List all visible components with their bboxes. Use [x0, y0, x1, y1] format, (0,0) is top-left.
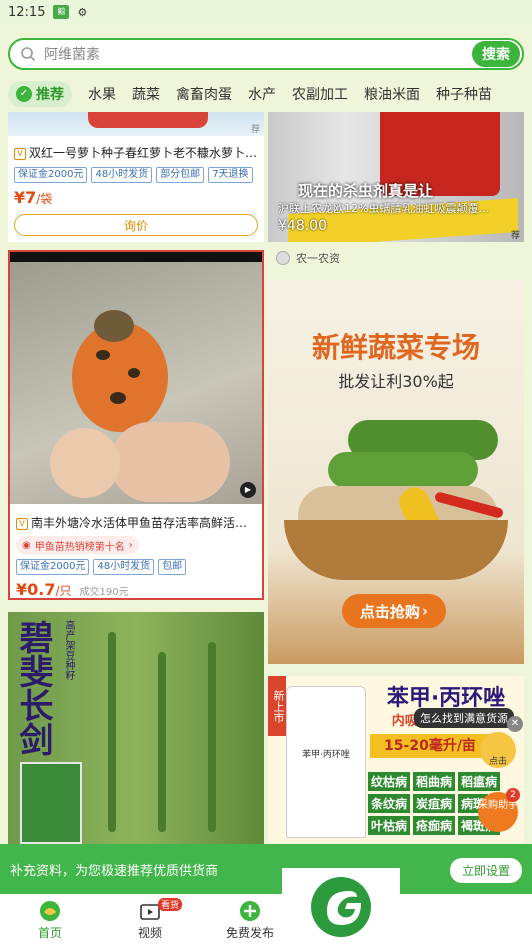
- gear-icon: ⚙: [77, 5, 88, 19]
- verified-icon: V: [14, 147, 26, 160]
- verified-icon: V: [16, 517, 28, 530]
- tab-processing[interactable]: 农副加工: [292, 84, 348, 104]
- tab-home[interactable]: 首页: [0, 894, 100, 946]
- video-overlay-subtitle: 沪联上农龙欧12%虫螨腈乳油虹吸震颠覆...: [278, 202, 489, 215]
- disease-tag: 疮痂病: [413, 816, 456, 835]
- product-side-text: 高产架豆种籽: [63, 620, 74, 680]
- tag: 包邮: [158, 559, 187, 575]
- app-logo: [282, 868, 400, 946]
- inquire-button[interactable]: 询价: [14, 214, 258, 236]
- help-tooltip[interactable]: 怎么找到满意货源: [414, 708, 514, 728]
- home-icon: [40, 900, 60, 921]
- disease-tag: 稻瘟病: [458, 772, 501, 791]
- tab-video[interactable]: 看货 视频: [100, 894, 200, 946]
- seller-name: 农一农资: [296, 252, 340, 265]
- video-overlay-title: 现在的杀虫剂真是让: [298, 182, 434, 200]
- disease-tag: 叶枯病: [368, 816, 411, 835]
- dose-label: 15-20毫升/亩: [370, 734, 490, 758]
- seller-info[interactable]: 农一农资: [276, 250, 340, 266]
- setup-now-button[interactable]: 立即设置: [449, 858, 522, 883]
- tag: 7天退换: [208, 167, 253, 183]
- buy-now-button[interactable]: 点击抢购 ›: [342, 594, 446, 628]
- product-price: ¥7/袋: [14, 188, 53, 207]
- notification-badge: 2: [506, 788, 520, 802]
- tab-grain-oil[interactable]: 粮油米面: [364, 84, 420, 104]
- bottle-label: 苯甲·丙环唑: [302, 750, 350, 760]
- search-button[interactable]: 搜索: [472, 41, 520, 67]
- sold-amount: 成交190元: [79, 587, 129, 598]
- product-brand-text: 碧斐长剑: [13, 620, 53, 756]
- medal-icon: ◉: [22, 539, 31, 551]
- search-bar[interactable]: 阿维菌素 搜索: [8, 38, 524, 70]
- thumbs-up-icon: ✓: [16, 86, 32, 102]
- status-bar: 12:15 鲸 ⚙: [0, 0, 532, 24]
- tag: 部分包邮: [156, 167, 205, 183]
- tab-vegetables[interactable]: 蔬菜: [132, 84, 160, 104]
- purchase-assistant-button[interactable]: 采购助手 2: [478, 788, 520, 832]
- product-image: 现在的杀虫剂真是让 沪联上农龙欧12%虫螨腈乳油虹吸震颠覆... ¥48.00 …: [268, 112, 524, 242]
- leaf-logo-icon: [311, 877, 371, 937]
- product-title: V 双红一号萝卜种子春红萝卜老不糠水萝卜种子: [14, 144, 258, 161]
- chevron-right-icon: ›: [421, 602, 429, 620]
- disease-tag: 条纹病: [368, 794, 411, 813]
- rank-badge[interactable]: ◉ 甲鱼苗热销榜第十名 ›: [16, 536, 139, 554]
- disease-tag: 稻曲病: [413, 772, 456, 791]
- search-icon: [21, 47, 36, 62]
- category-tabs: ✓ 推荐 水果 蔬菜 禽畜肉蛋 水产 农副加工 粮油米面 种子种苗: [0, 80, 532, 108]
- tag: 48小时发货: [91, 167, 153, 183]
- product-card[interactable]: 碧斐长剑 高产架豆种籽: [8, 612, 264, 844]
- tag-list: 保证金2000元 48小时发货 包邮: [16, 559, 187, 575]
- disease-tag: 炭疽病: [413, 794, 456, 813]
- ad-mark: 荐: [510, 231, 520, 241]
- avatar: [276, 251, 290, 265]
- assistant-mascot-icon[interactable]: 点击: [480, 732, 516, 768]
- product-title: V 南丰外塘冷水活体甲鱼苗存活率高鲜活小甲鱼: [16, 514, 258, 531]
- tag: 48小时发货: [93, 559, 155, 575]
- banner-text: 补充资料，为您极速推荐优质供货商: [10, 863, 219, 879]
- product-price: ¥48.00: [278, 218, 327, 234]
- promo-banner[interactable]: 新鲜蔬菜专场 批发让利30%起 点击抢购 ›: [268, 280, 524, 664]
- product-image: 荐: [8, 112, 264, 136]
- profile-prompt-banner: 补充资料，为您极速推荐优质供货商 立即设置: [0, 844, 532, 894]
- product-card[interactable]: 荐 V 双红一号萝卜种子春红萝卜老不糠水萝卜种子 保证金2000元 48小时发货 …: [8, 112, 264, 242]
- search-input[interactable]: 阿维菌素: [44, 44, 472, 64]
- chevron-right-icon: ›: [128, 539, 133, 551]
- plus-icon: [240, 900, 260, 921]
- product-card[interactable]: 现在的杀虫剂真是让 沪联上农龙欧12%虫螨腈乳油虹吸震颠覆... ¥48.00 …: [268, 112, 524, 242]
- tab-aquatic[interactable]: 水产: [248, 84, 276, 104]
- tab-livestock[interactable]: 禽畜肉蛋: [176, 84, 232, 104]
- video-badge: 看货: [158, 898, 183, 911]
- product-card[interactable]: ▶ V 南丰外塘冷水活体甲鱼苗存活率高鲜活小甲鱼 ◉ 甲鱼苗热销榜第十名 › 保证金2…: [8, 250, 264, 600]
- bottom-tab-bar: 首页 看货 视频 免费发布: [0, 894, 532, 946]
- tag: 保证金2000元: [16, 559, 90, 575]
- tag: 保证金2000元: [14, 167, 88, 183]
- tab-seeds[interactable]: 种子种苗: [436, 84, 492, 104]
- close-icon[interactable]: ✕: [507, 716, 523, 732]
- product-price: ¥0.7/只 成交190元: [16, 580, 129, 599]
- product-image: ▶: [10, 252, 262, 504]
- ad-mark: 荐: [250, 125, 260, 135]
- tab-recommend[interactable]: ✓ 推荐: [8, 81, 72, 107]
- status-time: 12:15: [8, 4, 46, 20]
- play-icon[interactable]: ▶: [240, 482, 256, 498]
- promo-headline: 新鲜蔬菜专场: [311, 331, 480, 364]
- promo-subtitle: 批发让利30%起: [338, 372, 454, 391]
- tab-fruit[interactable]: 水果: [88, 84, 116, 104]
- new-label: 新上市: [268, 676, 286, 736]
- tag-list: 保证金2000元 48小时发货 部分包邮 7天退换: [14, 167, 253, 183]
- disease-tag: 纹枯病: [368, 772, 411, 791]
- notification-icon: 鲸: [53, 5, 70, 19]
